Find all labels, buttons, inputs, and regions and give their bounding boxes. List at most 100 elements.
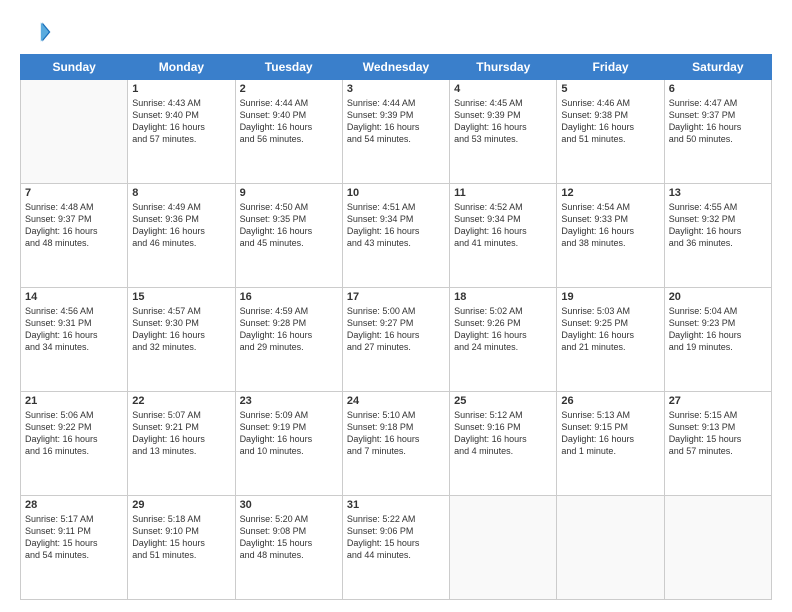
calendar-cell: 26 Sunrise: 5:13 AM Sunset: 9:15 PM Dayli… (557, 392, 664, 496)
calendar-cell: 2 Sunrise: 4:44 AM Sunset: 9:40 PM Daylig… (235, 80, 342, 184)
calendar-cell: 29Sunrise: 5:18 AM Sunset: 9:10 PM Dayli… (128, 496, 235, 600)
day-number: 3 (347, 83, 445, 95)
calendar-cell: 28 Sunrise: 5:17 AM Sunset: 9:11 PM Dayli… (21, 496, 128, 600)
calendar-cell: 17 Sunrise: 5:00 AM Sunset: 9:27 PM Dayli… (342, 288, 449, 392)
page: Sunday Monday Tuesday Wednesday Thursday… (0, 0, 792, 612)
day-info: Sunrise: 5:04 AM Sunset: 9:23 PM Dayligh… (669, 305, 767, 354)
day-info: Sunrise: 4:52 AM Sunset: 9:34 PM Dayligh… (454, 201, 552, 250)
day-number: 16 (240, 291, 338, 303)
day-info: Sunrise: 4:46 AM Sunset: 9:38 PM Dayligh… (561, 97, 659, 146)
day-info: Sunrise: 5:07 AM Sunset: 9:21 PM Dayligh… (132, 409, 230, 458)
day-number: 25 (454, 395, 552, 407)
day-number: 15 (132, 291, 230, 303)
day-info: Sunrise: 5:20 AM Sunset: 9:08 PM Dayligh… (240, 513, 338, 562)
day-number: 12 (561, 187, 659, 199)
day-info: Sunrise: 5:12 AM Sunset: 9:16 PM Dayligh… (454, 409, 552, 458)
week-row-0: 1 Sunrise: 4:43 AM Sunset: 9:40 PM Daylig… (21, 80, 772, 184)
calendar-cell: 6Sunrise: 4:47 AM Sunset: 9:37 PM Daylig… (664, 80, 771, 184)
calendar-body: 1 Sunrise: 4:43 AM Sunset: 9:40 PM Daylig… (21, 80, 772, 600)
day-number: 26 (561, 395, 659, 407)
day-info: Sunrise: 5:22 AM Sunset: 9:06 PM Dayligh… (347, 513, 445, 562)
day-info: Sunrise: 5:18 AM Sunset: 9:10 PM Dayligh… (132, 513, 230, 562)
col-friday: Friday (557, 55, 664, 80)
day-number: 9 (240, 187, 338, 199)
day-number: 27 (669, 395, 767, 407)
week-row-3: 21 Sunrise: 5:06 AM Sunset: 9:22 PM Dayli… (21, 392, 772, 496)
day-info: Sunrise: 5:10 AM Sunset: 9:18 PM Dayligh… (347, 409, 445, 458)
calendar-cell: 16 Sunrise: 4:59 AM Sunset: 9:28 PM Dayli… (235, 288, 342, 392)
day-info: Sunrise: 4:44 AM Sunset: 9:40 PM Dayligh… (240, 97, 338, 146)
day-info: Sunrise: 4:49 AM Sunset: 9:36 PM Dayligh… (132, 201, 230, 250)
day-number: 19 (561, 291, 659, 303)
day-number: 1 (132, 83, 230, 95)
day-info: Sunrise: 5:15 AM Sunset: 9:13 PM Dayligh… (669, 409, 767, 458)
col-tuesday: Tuesday (235, 55, 342, 80)
day-info: Sunrise: 4:44 AM Sunset: 9:39 PM Dayligh… (347, 97, 445, 146)
day-info: Sunrise: 4:45 AM Sunset: 9:39 PM Dayligh… (454, 97, 552, 146)
col-sunday: Sunday (21, 55, 128, 80)
calendar-cell: 14Sunrise: 4:56 AM Sunset: 9:31 PM Dayli… (21, 288, 128, 392)
day-info: Sunrise: 4:48 AM Sunset: 9:37 PM Dayligh… (25, 201, 123, 250)
day-number: 21 (25, 395, 123, 407)
header-row: Sunday Monday Tuesday Wednesday Thursday… (21, 55, 772, 80)
day-number: 31 (347, 499, 445, 511)
day-info: Sunrise: 4:43 AM Sunset: 9:40 PM Dayligh… (132, 97, 230, 146)
calendar-cell: 18Sunrise: 5:02 AM Sunset: 9:26 PM Dayli… (450, 288, 557, 392)
calendar-cell: 12 Sunrise: 4:54 AM Sunset: 9:33 PM Dayli… (557, 184, 664, 288)
day-number: 10 (347, 187, 445, 199)
day-info: Sunrise: 4:47 AM Sunset: 9:37 PM Dayligh… (669, 97, 767, 146)
col-saturday: Saturday (664, 55, 771, 80)
calendar-cell: 23Sunrise: 5:09 AM Sunset: 9:19 PM Dayli… (235, 392, 342, 496)
week-row-2: 14Sunrise: 4:56 AM Sunset: 9:31 PM Dayli… (21, 288, 772, 392)
calendar-cell: 11 Sunrise: 4:52 AM Sunset: 9:34 PM Dayli… (450, 184, 557, 288)
day-number: 5 (561, 83, 659, 95)
day-info: Sunrise: 4:56 AM Sunset: 9:31 PM Dayligh… (25, 305, 123, 354)
day-number: 2 (240, 83, 338, 95)
day-number: 30 (240, 499, 338, 511)
day-info: Sunrise: 4:54 AM Sunset: 9:33 PM Dayligh… (561, 201, 659, 250)
calendar-cell (450, 496, 557, 600)
calendar-cell: 24 Sunrise: 5:10 AM Sunset: 9:18 PM Dayli… (342, 392, 449, 496)
calendar-header: Sunday Monday Tuesday Wednesday Thursday… (21, 55, 772, 80)
calendar-cell: 25 Sunrise: 5:12 AM Sunset: 9:16 PM Dayli… (450, 392, 557, 496)
calendar-cell (664, 496, 771, 600)
day-number: 4 (454, 83, 552, 95)
calendar-cell: 7 Sunrise: 4:48 AM Sunset: 9:37 PM Daylig… (21, 184, 128, 288)
day-info: Sunrise: 5:13 AM Sunset: 9:15 PM Dayligh… (561, 409, 659, 458)
calendar-cell (21, 80, 128, 184)
day-number: 11 (454, 187, 552, 199)
day-info: Sunrise: 4:50 AM Sunset: 9:35 PM Dayligh… (240, 201, 338, 250)
day-number: 7 (25, 187, 123, 199)
day-number: 8 (132, 187, 230, 199)
day-info: Sunrise: 5:03 AM Sunset: 9:25 PM Dayligh… (561, 305, 659, 354)
day-info: Sunrise: 4:57 AM Sunset: 9:30 PM Dayligh… (132, 305, 230, 354)
calendar-cell: 19 Sunrise: 5:03 AM Sunset: 9:25 PM Dayli… (557, 288, 664, 392)
day-number: 18 (454, 291, 552, 303)
calendar-cell: 10Sunrise: 4:51 AM Sunset: 9:34 PM Dayli… (342, 184, 449, 288)
calendar-cell: 13 Sunrise: 4:55 AM Sunset: 9:32 PM Dayli… (664, 184, 771, 288)
col-thursday: Thursday (450, 55, 557, 80)
calendar-cell: 5 Sunrise: 4:46 AM Sunset: 9:38 PM Daylig… (557, 80, 664, 184)
col-wednesday: Wednesday (342, 55, 449, 80)
day-info: Sunrise: 5:00 AM Sunset: 9:27 PM Dayligh… (347, 305, 445, 354)
logo-icon (20, 16, 52, 48)
day-info: Sunrise: 4:55 AM Sunset: 9:32 PM Dayligh… (669, 201, 767, 250)
day-number: 24 (347, 395, 445, 407)
day-info: Sunrise: 5:06 AM Sunset: 9:22 PM Dayligh… (25, 409, 123, 458)
logo (20, 16, 56, 48)
day-number: 17 (347, 291, 445, 303)
day-number: 28 (25, 499, 123, 511)
calendar-cell: 1 Sunrise: 4:43 AM Sunset: 9:40 PM Daylig… (128, 80, 235, 184)
calendar-cell: 31 Sunrise: 5:22 AM Sunset: 9:06 PM Dayli… (342, 496, 449, 600)
day-info: Sunrise: 4:59 AM Sunset: 9:28 PM Dayligh… (240, 305, 338, 354)
col-monday: Monday (128, 55, 235, 80)
day-number: 20 (669, 291, 767, 303)
calendar-cell: 4 Sunrise: 4:45 AM Sunset: 9:39 PM Daylig… (450, 80, 557, 184)
day-info: Sunrise: 5:17 AM Sunset: 9:11 PM Dayligh… (25, 513, 123, 562)
day-number: 13 (669, 187, 767, 199)
calendar-cell: 20 Sunrise: 5:04 AM Sunset: 9:23 PM Dayli… (664, 288, 771, 392)
day-number: 22 (132, 395, 230, 407)
calendar-cell: 22 Sunrise: 5:07 AM Sunset: 9:21 PM Dayli… (128, 392, 235, 496)
calendar-cell: 27 Sunrise: 5:15 AM Sunset: 9:13 PM Dayli… (664, 392, 771, 496)
week-row-1: 7 Sunrise: 4:48 AM Sunset: 9:37 PM Daylig… (21, 184, 772, 288)
